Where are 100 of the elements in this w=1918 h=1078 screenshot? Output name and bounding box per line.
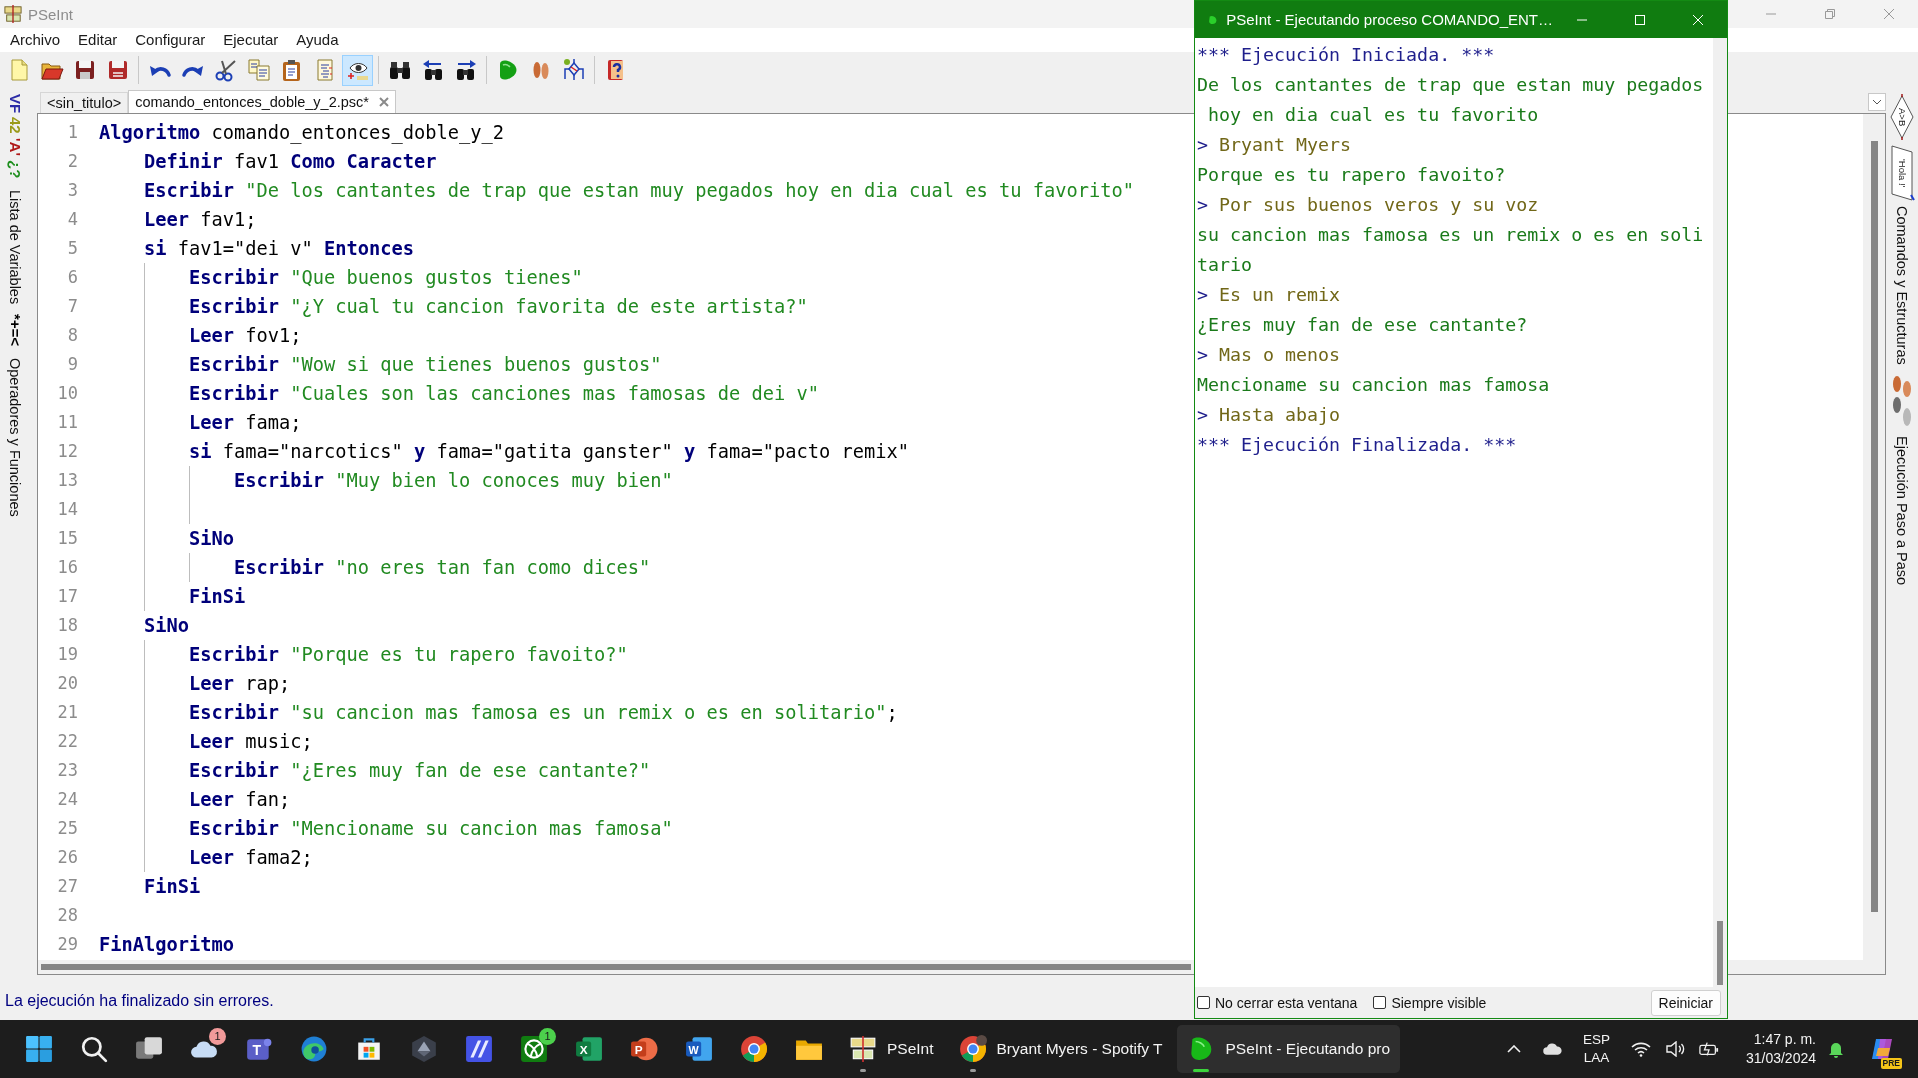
- menu-item[interactable]: Ejecutar: [215, 29, 287, 51]
- restart-button[interactable]: Reiniciar: [1650, 989, 1721, 1016]
- maximize-icon: [1634, 13, 1646, 26]
- line-number: 19: [56, 643, 79, 666]
- scrollbar-thumb[interactable]: [1717, 921, 1723, 985]
- code-line: Escribir "Wow si que tienes buenos gustos": [189, 353, 662, 377]
- scrollbar-thumb[interactable]: [41, 964, 1191, 970]
- cloud-icon[interactable]: [1541, 1041, 1562, 1057]
- side-panel-label[interactable]: Comandos y Estructuras: [1893, 206, 1911, 365]
- line-number: 28: [56, 904, 79, 927]
- typed-answer-text: Bryant Myers: [1219, 133, 1352, 157]
- line-number: 24: [56, 788, 79, 811]
- code-line: Escribir "Porque es tu rapero favoito?": [189, 643, 628, 667]
- tabs-dropdown-button[interactable]: [1868, 93, 1886, 111]
- taskbar-button[interactable]: 1: [179, 1025, 229, 1073]
- console-output: De los cantantes de trap que estan muy pegados hoy en dia cual es tu favorito: [1197, 73, 1704, 127]
- typed-answer-text: Por sus buenos veros y su voz: [1219, 193, 1539, 217]
- side-panel-tab[interactable]: *+=< Operadores y Funciones: [6, 314, 24, 518]
- side-panel-label[interactable]: Ejecución Paso a Paso: [1893, 435, 1911, 585]
- typed-answer-text: Hasta abajo: [1219, 403, 1341, 427]
- toolbar-button[interactable]: [342, 54, 373, 86]
- code-line: Leer fama;: [189, 411, 302, 435]
- checkbox[interactable]: [1197, 996, 1210, 1009]
- line-number: 10: [56, 382, 79, 405]
- code-line: Leer fov1;: [189, 324, 302, 348]
- scrollbar-thumb[interactable]: [1870, 141, 1878, 912]
- store-bag-icon: [355, 1035, 383, 1063]
- code-line: Escribir "Cuales son las canciones mas famosas de dei v": [189, 382, 820, 406]
- taskbar-button[interactable]: PSeInt: [839, 1025, 944, 1073]
- menu-item[interactable]: Configurar: [127, 29, 214, 51]
- line-number: 16: [56, 556, 79, 579]
- code-line: Leer fan;: [189, 788, 291, 812]
- side-panel-tab[interactable]: VF 42 'A' ¿? Lista de Variables: [6, 94, 24, 305]
- file-tab[interactable]: comando_entonces_doble_y_2.psc*: [128, 90, 396, 113]
- side-panel-tab[interactable]: Ejecución Paso a Paso: [1891, 374, 1913, 585]
- line-number: 4: [66, 208, 79, 231]
- flowchart-icon: [561, 58, 586, 82]
- line-number: 6: [66, 266, 79, 289]
- file-tab[interactable]: <sin_titulo>: [40, 92, 129, 113]
- typed-answer-text: Es un remix: [1219, 283, 1341, 307]
- input-prompt: >: [1197, 403, 1208, 427]
- app-logo-icon: [849, 1035, 877, 1063]
- code-line: Escribir "De los cantantes de trap que estan muy pegados hoy en dia cual es tu favorito": [144, 179, 1135, 203]
- code-line: Escribir "su cancion mas famosa es un remix o es en solitario";: [189, 701, 898, 725]
- speaker-icon[interactable]: [1664, 1041, 1685, 1057]
- taskbar-button[interactable]: Bryant Myers - Spotify T: [948, 1025, 1173, 1073]
- code-line: Escribir "no eres tan fan como dices": [234, 556, 651, 580]
- menu-item[interactable]: Editar: [70, 29, 126, 51]
- browser-icon: [958, 1035, 987, 1063]
- checkbox[interactable]: [1373, 996, 1387, 1009]
- search-icon: [80, 1035, 108, 1063]
- code-line: Algoritmo comando_entonces_doble_y_2: [99, 121, 505, 146]
- code-line: Definir fav1 Como Caracter: [144, 150, 437, 174]
- code-line: si fav1="dei v" Entonces: [144, 237, 415, 261]
- taskbar-button[interactable]: X: [564, 1025, 614, 1073]
- input-prompt: >: [1197, 343, 1208, 367]
- code-line: Escribir "¿Y cual tu cancion favorita de este artista?": [189, 295, 808, 319]
- line-number: 29: [56, 933, 79, 956]
- code-line: Escribir "Mencioname su cancion mas famosa": [189, 817, 673, 841]
- chevron-up-icon[interactable]: [1506, 1045, 1521, 1053]
- code-line: Escribir "¿Eres muy fan de ese cantante?": [189, 759, 651, 783]
- input-prompt: >: [1197, 283, 1208, 307]
- language-button[interactable]: ESP LAA: [1582, 1031, 1610, 1067]
- console-output: su cancion mas famosa es un remix o es en solitario: [1197, 223, 1704, 277]
- preview-badge: PRE: [1880, 1058, 1902, 1069]
- clock-button[interactable]: 1:47 p. m. 31/03/2024: [1745, 1030, 1816, 1068]
- hexagon-app-icon: [410, 1035, 438, 1063]
- menu-item[interactable]: Archivo: [2, 29, 69, 51]
- symbol-glyph: 'A': [6, 137, 24, 156]
- bell-icon[interactable]: [1828, 1040, 1844, 1058]
- taskbar-button[interactable]: W: [674, 1025, 724, 1073]
- console-status-line: *** Ejecución Iniciada. ***: [1197, 43, 1495, 67]
- close-icon[interactable]: [378, 97, 389, 107]
- code-line: FinSi: [144, 875, 201, 899]
- browser-icon: [300, 1035, 328, 1063]
- copy-icon: [246, 58, 271, 82]
- input-prompt: >: [1197, 193, 1208, 217]
- side-panel-label[interactable]: Lista de Variables: [6, 190, 24, 305]
- battery-charging-icon[interactable]: [1698, 1041, 1719, 1057]
- close-icon: [1692, 13, 1704, 26]
- wifi-icon[interactable]: [1630, 1041, 1651, 1057]
- checkbox-label[interactable]: No cerrar esta ventana: [1215, 994, 1358, 1011]
- taskbar-button[interactable]: P: [619, 1025, 669, 1073]
- line-number: 1: [66, 121, 79, 144]
- code-line: si fama="narcotics" y fama="gatita ganster" y fama="pacto remix": [189, 440, 910, 464]
- line-number: 7: [66, 295, 79, 318]
- taskbar-button[interactable]: T: [234, 1025, 284, 1073]
- window-title: PSeInt - Ejecutando proceso COMANDO_ENT…: [1226, 11, 1553, 28]
- line-number: 17: [56, 585, 79, 608]
- line-number: 12: [56, 440, 79, 463]
- status-message: La ejecución ha finalizado sin errores.: [5, 992, 274, 1009]
- line-number: 18: [56, 614, 79, 637]
- side-panel-label[interactable]: Operadores y Funciones: [6, 358, 24, 518]
- notification-badge: 1: [539, 1028, 556, 1045]
- taskbar-button[interactable]: PSeInt - Ejecutando pro: [1177, 1025, 1401, 1073]
- side-panel-tab[interactable]: A>B 'Hola !' Comandos y Estructuras: [1889, 94, 1915, 365]
- line-number: 21: [56, 701, 79, 724]
- taskbar-button[interactable]: 1: [509, 1025, 559, 1073]
- menu-item[interactable]: Ayuda: [288, 29, 347, 51]
- checkbox-label[interactable]: Siempre visible: [1391, 994, 1487, 1011]
